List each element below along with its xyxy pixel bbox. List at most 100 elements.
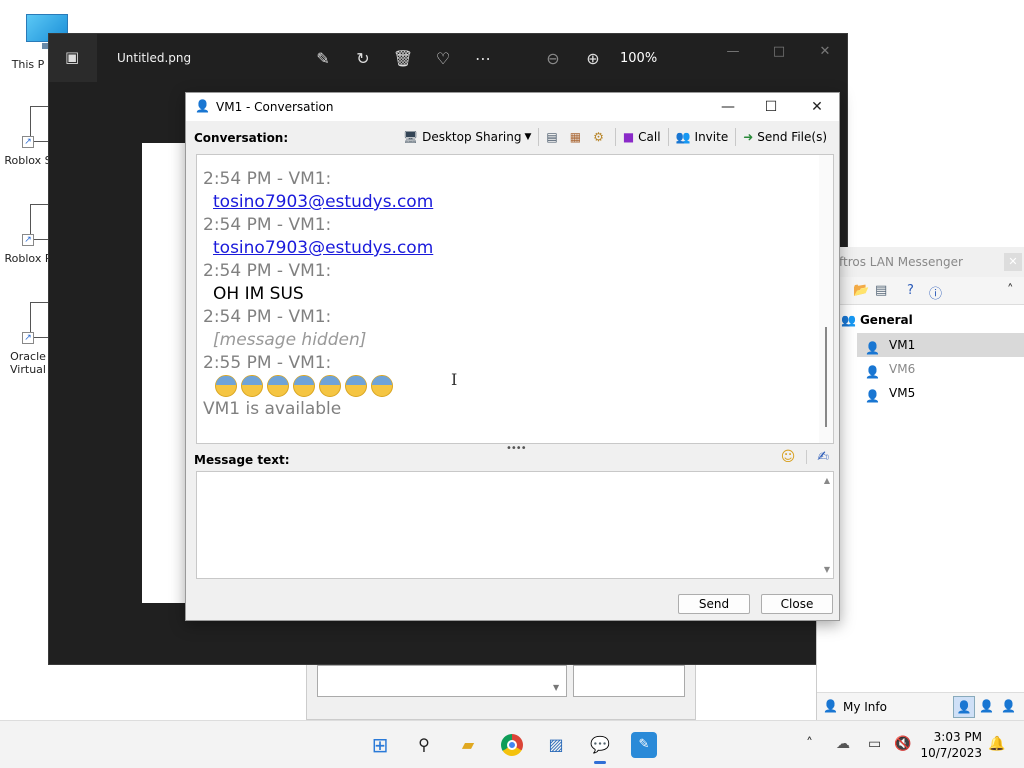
call-button[interactable]: ■ Call xyxy=(619,126,665,148)
taskbar: ⊞ ⚲ ▰ ▨ 💬 ✎ ˄ ☁ ▭ 🔇 3:03 PM 10/7/2023 🔔 xyxy=(0,720,1024,768)
history-button[interactable]: ▤ xyxy=(542,126,565,148)
search-icon[interactable]: ⚲ xyxy=(411,732,437,758)
background-text-field xyxy=(317,665,567,697)
presence-status: VM1 is available xyxy=(203,399,342,419)
message-body: tosino7903@estudys.com xyxy=(203,191,833,214)
my-info-bar: 👤 My Info 👤 👤 👤 xyxy=(817,692,1024,720)
status-offline-icon[interactable]: 👤 xyxy=(1001,699,1016,713)
send-button[interactable]: Send xyxy=(678,594,750,614)
photos-icon[interactable]: ▨ xyxy=(543,732,569,758)
maximize-button[interactable]: □ xyxy=(769,42,789,62)
file-explorer-icon[interactable]: ▰ xyxy=(455,732,481,758)
minimize-button[interactable]: — xyxy=(723,42,743,62)
email-link[interactable]: tosino7903@estudys.com xyxy=(213,238,433,258)
close-dialog-button[interactable]: Close xyxy=(761,594,833,614)
scroll-down-icon[interactable]: ▼ xyxy=(824,565,830,574)
anxious-face-emoji-icon xyxy=(319,375,341,397)
splitter-grip[interactable]: •••• xyxy=(506,443,527,454)
message-header: 2:54 PM - VM1: xyxy=(203,261,332,281)
message-header: 2:55 PM - VM1: xyxy=(203,353,332,373)
open-folder-icon[interactable]: 📂 xyxy=(853,283,869,298)
message-header: 2:54 PM - VM1: xyxy=(203,169,332,189)
system-clock[interactable]: 3:03 PM 10/7/2023 xyxy=(920,729,982,761)
settings-button[interactable]: ⚙ xyxy=(589,126,612,148)
contact-name: VM6 xyxy=(889,362,916,376)
emoticon-icon[interactable]: ☺ xyxy=(781,449,796,465)
message-entry: 2:54 PM - VM1: [message hidden] xyxy=(197,306,833,352)
transfers-icon: ▦ xyxy=(569,130,582,144)
notification-bell-icon[interactable]: 🔔 xyxy=(988,736,1005,752)
chevron-down-icon: ▼ xyxy=(524,132,532,142)
anxious-face-emoji-icon xyxy=(267,375,289,397)
message-body: OH IM SUS xyxy=(213,284,304,304)
my-info-icon: 👤 xyxy=(823,699,838,713)
send-file-icon: ➜ xyxy=(743,130,754,144)
favorite-icon[interactable]: ♡ xyxy=(432,48,454,70)
desktop-sharing-icon: 🖥 xyxy=(402,130,419,144)
contact-vm5[interactable]: 👤 VM5 xyxy=(857,381,1024,405)
photos-file-title: Untitled.png xyxy=(117,51,192,65)
minimize-button[interactable]: — xyxy=(712,96,744,118)
show-hidden-icons-chevron[interactable]: ˄ xyxy=(806,736,813,752)
lan-messenger-window: ftros LAN Messenger ✕ ▏ 📂 ▤ ? ⓘ ˄ 👥Gener… xyxy=(816,247,1024,720)
volume-muted-icon[interactable]: 🔇 xyxy=(894,736,911,752)
maximize-button[interactable]: ☐ xyxy=(755,96,787,118)
close-button[interactable]: ✕ xyxy=(1004,253,1022,271)
group-icon: 👥 xyxy=(841,313,856,327)
lan-messenger-icon[interactable]: 💬 xyxy=(587,732,613,764)
status-away-icon[interactable]: 👤 xyxy=(979,699,994,713)
my-info-button[interactable]: My Info xyxy=(843,700,887,714)
message-text-label: Message text: xyxy=(194,453,290,467)
desktop-sharing-button[interactable]: 🖥 Desktop Sharing ▼ xyxy=(399,126,536,148)
invite-label: Invite xyxy=(694,130,729,144)
network-icon[interactable]: ▭ xyxy=(868,736,881,752)
email-link[interactable]: tosino7903@estudys.com xyxy=(213,192,433,212)
contact-vm1[interactable]: 👤 VM1 xyxy=(857,333,1024,357)
edit-icon[interactable]: ✎ xyxy=(312,48,334,70)
rotate-icon[interactable]: ↻ xyxy=(352,48,374,70)
scroll-up-icon[interactable]: ▲ xyxy=(824,476,830,485)
shortcut-icon: ↗ xyxy=(22,136,34,148)
video-camera-icon: ■ xyxy=(622,130,635,144)
chrome-icon[interactable] xyxy=(499,732,525,758)
anxious-face-emoji-icon xyxy=(293,375,315,397)
scrollbar-thumb[interactable] xyxy=(825,327,827,427)
send-files-button[interactable]: ➜ Send File(s) xyxy=(739,126,831,148)
contact-vm6[interactable]: 👤 VM6 xyxy=(857,357,1024,381)
history-scrollbar[interactable] xyxy=(819,155,833,443)
message-entry: 2:55 PM - VM1: xyxy=(197,352,833,398)
conversation-window: 👤 VM1 - Conversation — ☐ ✕ Conversation:… xyxy=(185,92,840,621)
history-icon[interactable]: ▤ xyxy=(875,283,887,298)
anxious-face-emoji-icon xyxy=(345,375,367,397)
photos-app-button[interactable]: ▣ xyxy=(49,34,97,82)
invite-button[interactable]: 👥 Invite xyxy=(672,126,733,148)
clock-time: 3:03 PM xyxy=(933,730,982,744)
font-icon[interactable]: ✍ xyxy=(817,449,829,465)
message-history[interactable]: 2:54 PM - VM1: tosino7903@estudys.com 2:… xyxy=(196,154,834,444)
conversation-titlebar[interactable]: 👤 VM1 - Conversation — ☐ ✕ xyxy=(186,93,839,121)
zoom-in-icon[interactable]: ⊕ xyxy=(582,48,604,70)
group-general[interactable]: 👥 General xyxy=(841,313,913,327)
shortcut-icon: ↗ xyxy=(22,234,34,246)
delete-icon[interactable]: 🗑 xyxy=(392,48,414,70)
info-icon[interactable]: ⓘ xyxy=(929,283,942,302)
text-cursor-icon: I xyxy=(451,370,458,389)
invite-users-icon: 👥 xyxy=(675,130,691,144)
paint-icon[interactable]: ✎ xyxy=(631,732,657,758)
message-body: tosino7903@estudys.com xyxy=(203,237,833,260)
close-button[interactable]: ✕ xyxy=(815,42,835,62)
start-icon[interactable]: ⊞ xyxy=(367,732,393,758)
chevron-up-icon[interactable]: ˄ xyxy=(1007,283,1014,298)
more-icon[interactable]: ⋯ xyxy=(472,48,494,70)
help-icon[interactable]: ? xyxy=(907,283,914,298)
desktop-sharing-label: Desktop Sharing xyxy=(422,130,522,144)
transfers-button[interactable]: ▦ xyxy=(566,126,589,148)
window-title: VM1 - Conversation xyxy=(216,100,334,114)
close-button[interactable]: ✕ xyxy=(801,96,833,118)
status-online-icon[interactable]: 👤 xyxy=(953,696,975,718)
message-input[interactable]: ▲ ▼ xyxy=(196,471,834,579)
anxious-face-emoji-icon xyxy=(241,375,263,397)
lan-messenger-toolbar: ▏ 📂 ▤ ? ⓘ ˄ xyxy=(817,277,1024,305)
onedrive-icon[interactable]: ☁ xyxy=(836,736,850,752)
zoom-out-icon[interactable]: ⊖ xyxy=(542,48,564,70)
